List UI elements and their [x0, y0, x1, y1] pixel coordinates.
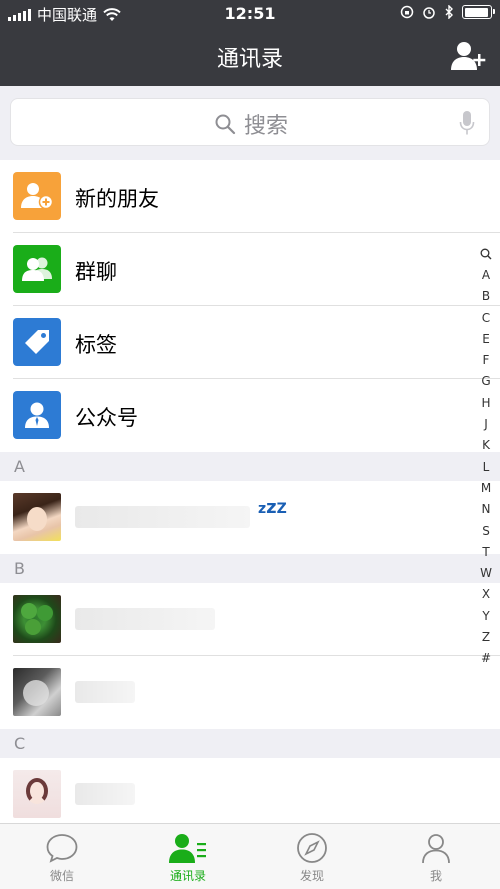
feature-group-chats[interactable]: 群聊 [0, 233, 500, 306]
index-letter[interactable]: C [482, 308, 490, 329]
index-letter[interactable]: B [482, 286, 490, 307]
index-letter[interactable]: M [481, 478, 491, 499]
contact-row[interactable] [0, 583, 500, 656]
chat-bubble-icon [46, 834, 78, 863]
contact-row[interactable] [0, 758, 500, 831]
add-friend-icon[interactable] [450, 40, 486, 72]
group-chat-icon [13, 245, 61, 293]
index-letter[interactable]: J [484, 414, 488, 435]
sleep-icon: zzZ [258, 497, 287, 518]
tab-label: 发现 [299, 869, 324, 883]
feature-label: 标签 [75, 333, 117, 357]
tab-contacts[interactable]: 通讯录 [148, 832, 228, 884]
search-center: 搜索 [11, 108, 491, 140]
index-letter[interactable]: F [483, 350, 490, 371]
index-letter[interactable]: E [482, 329, 490, 350]
tab-chats[interactable]: 微信 [22, 832, 102, 884]
index-letter[interactable]: # [481, 648, 491, 669]
search-area: 搜索 [0, 86, 500, 158]
alarm-icon [423, 7, 435, 19]
feature-official-accounts[interactable]: 公众号 [0, 379, 500, 452]
feature-new-friends[interactable]: 新的朋友 [0, 160, 500, 233]
tab-label: 通讯录 [169, 869, 206, 883]
index-letter[interactable]: W [480, 563, 492, 584]
search-placeholder: 搜索 [243, 114, 288, 139]
avatar [13, 595, 61, 643]
tab-me[interactable]: 我 [396, 832, 476, 884]
feature-label: 新的朋友 [75, 187, 159, 211]
tab-label: 我 [429, 869, 442, 883]
avatar [13, 493, 61, 541]
page-title: 通讯录 [216, 47, 283, 72]
index-letter[interactable]: S [482, 521, 490, 542]
battery-icon [462, 5, 495, 19]
feature-label: 公众号 [75, 406, 138, 430]
contact-name-blurred [75, 506, 250, 528]
official-account-icon [13, 391, 61, 439]
avatar [13, 668, 61, 716]
index-letter[interactable]: L [483, 457, 490, 478]
status-right [400, 5, 495, 19]
index-letter[interactable]: X [482, 584, 490, 605]
search-icon [215, 114, 236, 135]
tag-icon [13, 318, 61, 366]
tab-label: 微信 [49, 869, 74, 883]
search-input[interactable]: 搜索 [10, 98, 490, 146]
feature-label: 群聊 [75, 260, 117, 284]
status-bar: 中国联通 12:51 [0, 0, 500, 28]
index-letter[interactable]: K [482, 435, 490, 456]
microphone-icon[interactable] [459, 110, 475, 136]
section-header-a: A [0, 452, 500, 481]
alphabet-index[interactable]: A B C E F G H J K L M N S T W X Y Z # [478, 244, 494, 670]
section-header-b: B [0, 554, 500, 583]
index-letter[interactable]: T [482, 542, 489, 563]
section-header-c: C [0, 729, 500, 758]
contact-name-blurred [75, 783, 135, 805]
rotation-lock-icon [400, 5, 414, 19]
contact-row[interactable] [0, 656, 500, 729]
avatar [13, 770, 61, 818]
index-letter[interactable]: Z [482, 627, 490, 648]
contact-name-blurred [75, 608, 215, 630]
index-letter[interactable]: G [481, 371, 490, 392]
bluetooth-icon [445, 5, 453, 19]
index-letter[interactable]: A [482, 265, 490, 286]
contacts-icon [169, 834, 206, 863]
contacts-list: 新的朋友 群聊 标签 公众号 A zzZ B C [0, 160, 500, 831]
contact-row[interactable]: zzZ [0, 481, 500, 554]
index-search-icon[interactable] [480, 244, 492, 265]
index-letter[interactable]: H [481, 393, 490, 414]
compass-icon [297, 833, 327, 863]
contact-name-blurred [75, 681, 135, 703]
navbar: 通讯录 [0, 28, 500, 86]
tab-discover[interactable]: 发现 [272, 832, 352, 884]
battery-fill [464, 7, 489, 17]
tab-bar: 微信 通讯录 发现 我 [0, 823, 500, 889]
me-icon [422, 834, 450, 864]
new-friend-icon [13, 172, 61, 220]
feature-tags[interactable]: 标签 [0, 306, 500, 379]
index-letter[interactable]: Y [482, 606, 489, 627]
index-letter[interactable]: N [482, 499, 491, 520]
